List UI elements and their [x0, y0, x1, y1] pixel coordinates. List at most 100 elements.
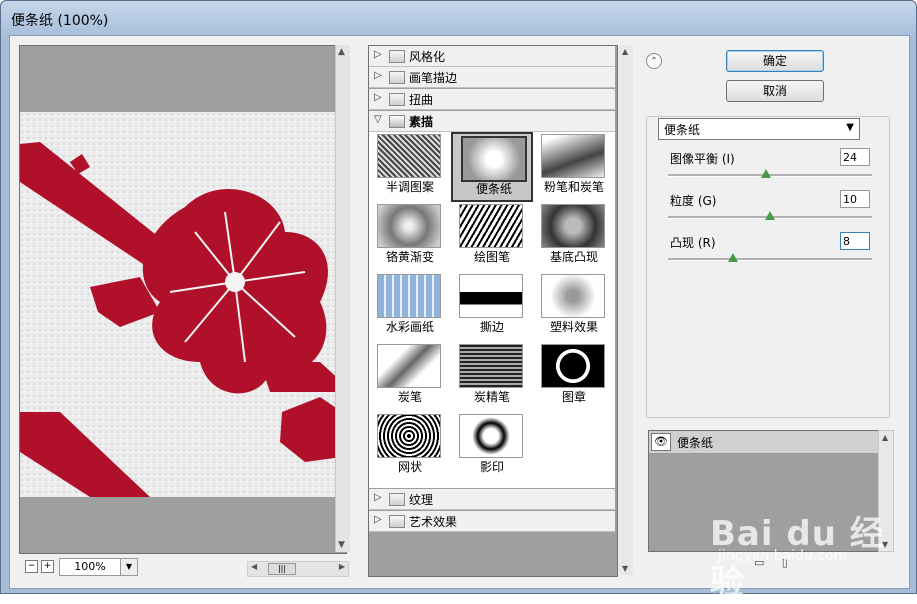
filter-bas-relief[interactable]: 基底凸现: [533, 202, 615, 272]
horizontal-scroll-thumb[interactable]: |||: [268, 563, 296, 575]
category-stylize[interactable]: ▷ 风格化: [369, 46, 615, 67]
preview-horizontal-scrollbar[interactable]: ◀ ||| ▶: [247, 561, 349, 577]
filter-label: 铬黄渐变: [385, 250, 434, 264]
category-label: 纹理: [409, 493, 434, 507]
category-texture[interactable]: ▷ 纹理: [369, 489, 615, 510]
filter-torn-edges[interactable]: 撕边: [451, 272, 533, 342]
image-balance-input[interactable]: 24: [840, 148, 870, 166]
relief-input[interactable]: 8: [840, 232, 870, 250]
category-artistic[interactable]: ▷ 艺术效果: [369, 511, 615, 532]
relief-slider-knob[interactable]: [728, 253, 739, 262]
filter-select[interactable]: 便条纸 ▼: [658, 118, 860, 140]
relief-slider[interactable]: [668, 258, 872, 261]
preview-pane[interactable]: [19, 45, 347, 554]
graininess-input[interactable]: 10: [840, 190, 870, 208]
folder-icon: [389, 71, 405, 84]
folder-icon: [389, 50, 405, 63]
expand-arrow-icon[interactable]: ▷: [374, 49, 382, 60]
zoom-out-button[interactable]: −: [25, 560, 38, 573]
category-brush-strokes[interactable]: ▷ 画笔描边: [369, 67, 615, 88]
effect-layer-name: 便条纸: [677, 436, 714, 450]
watermark-url: jingyan.baidu.com: [718, 548, 848, 564]
graininess-slider-knob[interactable]: [765, 211, 775, 220]
category-sketch[interactable]: ▽ 素描: [369, 111, 615, 132]
scroll-up-icon[interactable]: ▲: [338, 47, 345, 57]
category-label: 艺术效果: [409, 515, 458, 529]
category-label: 素描: [409, 115, 434, 129]
filter-water-paper[interactable]: 水彩画纸: [369, 272, 451, 342]
filter-thumbnail: [377, 204, 441, 248]
filter-chrome[interactable]: 铬黄渐变: [369, 202, 451, 272]
category-label: 画笔描边: [409, 71, 458, 85]
gallery-scrollbar[interactable]: ▲ ▼: [619, 45, 633, 575]
filter-photocopy[interactable]: 影印: [451, 412, 533, 482]
scroll-up-icon[interactable]: ▲: [622, 47, 628, 56]
filter-label: 图章: [561, 390, 586, 404]
collapse-gallery-icon[interactable]: ⌃: [646, 53, 662, 69]
preview-vertical-scrollbar[interactable]: ▲ ▼: [335, 45, 350, 552]
scroll-down-icon[interactable]: ▼: [622, 564, 628, 573]
scroll-down-icon[interactable]: ▼: [338, 540, 345, 550]
filter-thumbnail: [459, 274, 523, 318]
filter-thumbnail: [377, 134, 441, 178]
dialog-window: 便条纸 (100%) ▲ ▼ − + 100% ▼ ◀ ||| ▶ ▷ 风格化 …: [0, 0, 917, 603]
expand-arrow-icon[interactable]: ▷: [374, 514, 382, 525]
filter-label: 撕边: [479, 320, 504, 334]
filter-label: 影印: [479, 460, 504, 474]
filter-charcoal[interactable]: 炭笔: [369, 342, 451, 412]
folder-icon: [389, 515, 405, 528]
scroll-up-icon[interactable]: ▲: [882, 433, 888, 442]
scroll-left-icon[interactable]: ◀: [251, 562, 257, 571]
title-bar[interactable]: 便条纸 (100%): [1, 1, 916, 35]
filter-label: 基底凸现: [549, 250, 598, 264]
filter-thumbnail: [377, 344, 441, 388]
param-label-image-balance: 图像平衡 (I): [670, 152, 735, 166]
chevron-down-icon: ▼: [846, 122, 854, 133]
zoom-level-field[interactable]: 100%: [59, 558, 121, 576]
zoom-in-button[interactable]: +: [41, 560, 54, 573]
filter-plastic-effect[interactable]: 塑料效果: [533, 272, 615, 342]
filter-gallery: ▷ 风格化 ▷ 画笔描边 ▷ 扭曲 ▽ 素描 半调图案 便条纸 粉笔和炭笔 铬黄…: [368, 45, 618, 577]
dialog-client-area: ▲ ▼ − + 100% ▼ ◀ ||| ▶ ▷ 风格化 ▷ 画笔描边 ▷ 扭曲…: [9, 35, 910, 603]
filter-note-paper[interactable]: 便条纸: [451, 132, 533, 202]
filter-stamp[interactable]: 图章: [533, 342, 615, 412]
scroll-right-icon[interactable]: ▶: [339, 562, 345, 571]
filter-thumbnail: [541, 344, 605, 388]
filter-thumbnail: [541, 204, 605, 248]
filter-thumbnail: [459, 344, 523, 388]
filter-thumbnail: [541, 134, 605, 178]
filter-label: 网状: [397, 460, 422, 474]
filter-label: 半调图案: [385, 180, 434, 194]
collapse-arrow-icon[interactable]: ▽: [374, 114, 382, 125]
expand-arrow-icon[interactable]: ▷: [374, 70, 382, 81]
filter-thumbnail: [459, 204, 523, 248]
filter-thumbnails: 半调图案 便条纸 粉笔和炭笔 铬黄渐变 绘图笔 基底凸现 水彩画纸 撕边 塑料效…: [369, 132, 615, 488]
filter-select-value: 便条纸: [664, 123, 701, 137]
filter-thumbnail: [541, 274, 605, 318]
folder-icon: [389, 93, 405, 106]
filter-reticulation[interactable]: 网状: [369, 412, 451, 482]
filter-halftone-pattern[interactable]: 半调图案: [369, 132, 451, 202]
preview-image: [20, 112, 342, 497]
filter-thumbnail: [377, 274, 441, 318]
filter-conte-crayon[interactable]: 炭精笔: [451, 342, 533, 412]
image-balance-slider-knob[interactable]: [760, 169, 771, 178]
open-folder-icon: [389, 115, 405, 128]
filter-chalk-charcoal[interactable]: 粉笔和炭笔: [533, 132, 615, 202]
expand-arrow-icon[interactable]: ▷: [374, 92, 382, 103]
filter-graphic-pen[interactable]: 绘图笔: [451, 202, 533, 272]
category-label: 风格化: [409, 50, 446, 64]
filter-thumbnail: [377, 414, 441, 458]
filter-label: 水彩画纸: [385, 320, 434, 334]
param-label-relief: 凸现 (R): [670, 236, 716, 250]
eye-icon[interactable]: 👁: [651, 433, 671, 451]
filter-label: 炭精笔: [473, 390, 510, 404]
zoom-dropdown-icon[interactable]: ▼: [120, 558, 138, 576]
filter-label: 炭笔: [397, 390, 422, 404]
filter-label: 绘图笔: [473, 250, 510, 264]
category-distort[interactable]: ▷ 扭曲: [369, 89, 615, 110]
effect-layer-row[interactable]: 👁 便条纸: [649, 431, 879, 454]
ok-button[interactable]: 确定: [726, 50, 824, 72]
cancel-button[interactable]: 取消: [726, 80, 824, 102]
expand-arrow-icon[interactable]: ▷: [374, 492, 382, 503]
